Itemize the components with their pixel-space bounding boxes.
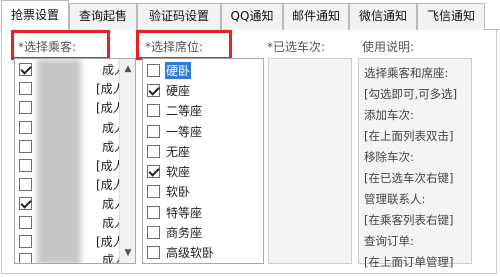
checkbox[interactable] [147, 83, 160, 97]
checkbox[interactable] [19, 139, 32, 153]
tab-wechat-notify[interactable]: 微信通知 [349, 3, 417, 30]
checkbox[interactable] [19, 177, 32, 191]
list-item[interactable]: 二等座 [147, 100, 202, 120]
tab-bar: 抢票设置 查询起售 验证码设置 QQ通知 邮件通知 微信通知 飞信通知 [0, 0, 500, 31]
passenger-list[interactable]: 成人] [成人] [成人] 成人] 成人] [成人] [成人] 成人] 成人] … [14, 58, 136, 264]
tab-grab-settings[interactable]: 抢票设置 [1, 0, 69, 31]
checkbox[interactable] [147, 205, 160, 219]
list-item[interactable]: 硬座 [147, 80, 190, 100]
help-line: [在乘客列表右键] [364, 213, 454, 227]
tab-qq-notify[interactable]: QQ通知 [221, 3, 283, 30]
checkbox[interactable] [147, 63, 160, 77]
help-header: 使用说明: [362, 40, 415, 54]
checkbox[interactable] [19, 81, 32, 95]
checkbox[interactable] [19, 158, 32, 172]
checkbox[interactable] [147, 164, 160, 178]
list-item[interactable]: 软座 [147, 161, 190, 181]
checkbox[interactable] [19, 196, 32, 210]
scroll-up-icon[interactable]: ▲ [120, 61, 135, 77]
checkbox[interactable] [19, 234, 32, 248]
passenger-scrollbar[interactable]: ▲ ▼ [119, 59, 135, 263]
help-text-box: 选择乘客和席座: [勾选即可,可多选] 添加车次: [在上面列表双击] 移除车次… [358, 58, 472, 269]
list-item[interactable]: 高级软卧 [147, 242, 214, 262]
passenger-highlight-box [11, 30, 110, 60]
checkbox[interactable] [19, 100, 32, 114]
trains-header: *已选车次: [267, 40, 326, 54]
tab-captcha-settings[interactable]: 验证码设置 [137, 3, 221, 30]
seat-highlight-box [136, 30, 232, 60]
list-item[interactable]: 硬卧 [147, 60, 192, 80]
help-line: 查询订单: [364, 234, 414, 248]
checkbox[interactable] [147, 103, 160, 117]
checkbox[interactable] [19, 252, 32, 263]
help-line: 移除车次: [364, 150, 414, 164]
help-line: 管理联系人: [364, 192, 426, 206]
help-line: 选择乘客和席座: [364, 66, 449, 80]
checkbox[interactable] [147, 124, 160, 138]
checkbox[interactable] [147, 245, 160, 259]
tab-fetion-notify[interactable]: 飞信通知 [417, 3, 485, 30]
list-item[interactable]: 无座 [147, 141, 190, 161]
list-item[interactable]: 软卧 [147, 181, 190, 201]
list-item[interactable]: 一等座 [147, 121, 202, 141]
list-item[interactable]: 商务座 [147, 222, 202, 242]
privacy-blur [37, 59, 81, 263]
scroll-down-icon[interactable]: ▼ [120, 245, 135, 261]
help-line: 添加车次: [364, 108, 414, 122]
checkbox[interactable] [147, 184, 160, 198]
checkbox[interactable] [19, 215, 32, 229]
selected-trains-list[interactable] [268, 58, 352, 264]
list-item[interactable]: 特等座 [147, 202, 202, 222]
checkbox[interactable] [147, 144, 160, 158]
help-line: [在上面列表双击] [364, 129, 454, 143]
checkbox[interactable] [147, 225, 160, 239]
tab-email-notify[interactable]: 邮件通知 [283, 3, 349, 30]
checkbox[interactable] [19, 62, 32, 76]
seat-list[interactable]: 硬卧 硬座 二等座 一等座 无座 软座 软卧 特等座 商务座 高级软卧 [142, 58, 264, 264]
help-line: [在已选车次右键] [364, 171, 454, 185]
tab-query-sale[interactable]: 查询起售 [69, 3, 137, 30]
checkbox[interactable] [19, 120, 32, 134]
help-line: [在上面订单管理] [364, 255, 454, 269]
help-line: [勾选即可,可多选] [364, 87, 458, 101]
